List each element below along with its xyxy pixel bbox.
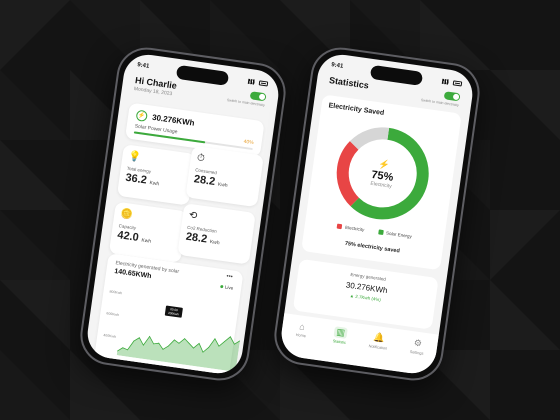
home-screen: 9:41 Hi Charlie Monday 18, 2023 Switch t… [84,51,282,377]
stat-card-consumed[interactable]: ⏱ Consumed 28.2 Kwh [185,145,264,208]
area-chart-svg [116,335,241,372]
gear-icon: ⚙ [413,337,423,349]
generation-chart[interactable]: 800Kwh 600Kwh 400Kwh 09.00 200Kwh [100,286,241,375]
live-indicator: Live [219,284,234,291]
battery-icon [258,79,269,87]
status-time: 9:41 [330,62,344,70]
signal-icon [247,78,257,85]
area-fill [116,336,240,372]
solar-value: 30.276KWh [151,112,196,128]
legend-item-solar: Solar Energy [377,229,412,239]
tab-notification[interactable]: 🔔 Notification [360,330,395,370]
solar-percent: 40% [243,138,254,147]
stat-card-co2-reduction[interactable]: ⟲ Co2 Reduction 28.2 Kwh [177,203,256,265]
battery-icon [452,79,463,87]
y-tick-label: 600Kwh [106,311,120,318]
main-electricity-toggle[interactable] [443,91,461,102]
chart-tooltip: 09.00 200Kwh [164,305,183,318]
signal-icon [441,78,451,85]
statistics-screen: 9:41 Statistics Switch to main electrici… [278,51,476,377]
legend-item-electricity: Electricity [336,223,365,232]
status-time: 9:41 [136,62,150,70]
dynamic-island [369,64,424,86]
legend-swatch [336,223,343,230]
home-icon: ⌂ [298,321,306,333]
y-tick-label: 800Kwh [109,289,123,296]
dots-icon[interactable]: ••• [226,274,233,281]
tab-home[interactable]: ⌂ Home [283,320,318,360]
background-pattern [0,0,560,420]
tab-settings[interactable]: ⚙ Settings [399,336,434,376]
legend-swatch [377,229,384,236]
tab-statistic[interactable]: ▥ Statistic [322,325,357,365]
stat-card-total-energy[interactable]: 💡 Total energy 36.2 Kwh [116,144,196,206]
page-title: Statistics [328,75,370,91]
bolt-icon: ⚡ [135,109,148,123]
bell-icon: 🔔 [373,331,386,344]
y-tick-label: 400Kwh [103,333,117,339]
live-dot-icon [219,284,224,289]
electricity-saved-card: Electricity Saved ⚡ 75% Electricity Elec… [301,94,462,271]
chart-icon: ▥ [333,326,348,339]
solar-generated-card[interactable]: ••• Electricity generated by solar 140.6… [93,253,244,377]
main-electricity-toggle[interactable] [249,91,267,102]
